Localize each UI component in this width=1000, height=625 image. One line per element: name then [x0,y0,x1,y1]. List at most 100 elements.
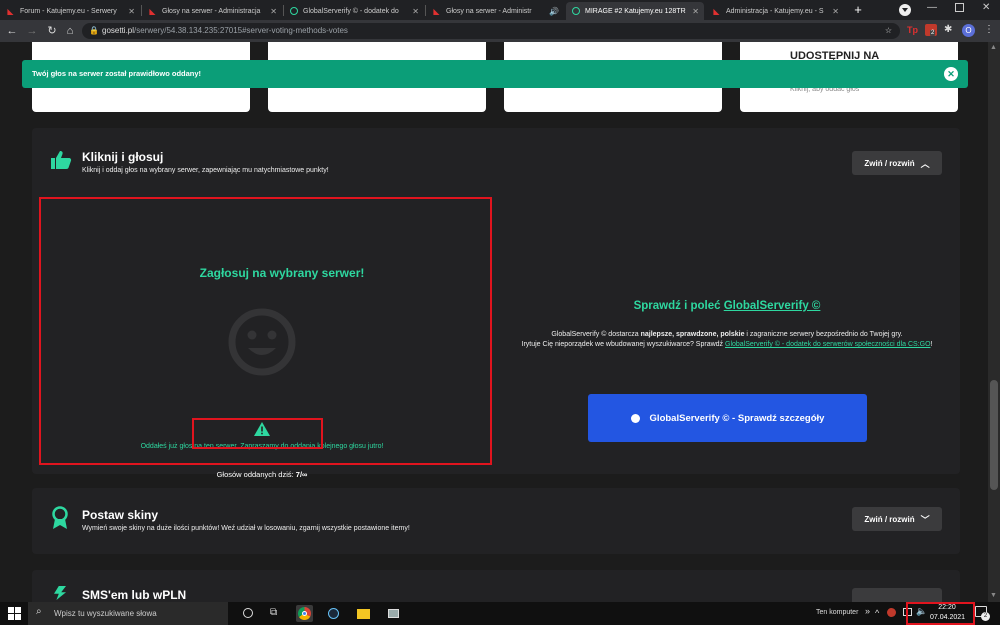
section-skins: Postaw skiny Wymień swoje skiny na duże … [32,488,960,554]
forward-arrow-icon[interactable]: → [24,23,40,39]
toggle-label: Zwiń / rozwiń [864,514,915,524]
globalserverify-icon [290,7,298,15]
collapse-toggle-button[interactable]: Zwiń / rozwiń ︿ [852,151,942,175]
taskbar-search-box[interactable]: ⌕ Wpisz tu wyszukiwane słowa [28,602,228,625]
windows-start-icon[interactable] [8,607,21,620]
address-bar[interactable]: 🔒 gosetti.pl/serwery/54.38.134.235:27015… [82,23,900,39]
tab-title: Forum - Katujemy.eu - Serwery [20,7,117,15]
back-arrow-icon[interactable]: ← [4,23,20,39]
close-tab-icon[interactable]: ✕ [412,7,419,16]
tab-title: Głosy na serwer - Administr [446,7,532,15]
notifications-icon[interactable]: 2 [975,606,990,621]
file-explorer-icon[interactable] [355,605,372,622]
globalserverify-link[interactable]: GlobalServerify © [724,300,821,312]
katujemy-icon: ◣ [149,6,156,16]
section-description: Kliknij i oddaj głos na wybrany serwer, … [82,167,329,174]
cortana-icon[interactable] [243,608,253,618]
show-hidden-icons-icon[interactable]: ^ [875,608,879,618]
desc-text: Irytuje Cię nieporządek we wbudowanej wy… [521,341,725,348]
info-circle-icon [630,413,640,423]
katujemy-icon: ◣ [433,6,440,16]
thumbs-up-icon [50,150,72,170]
home-icon[interactable]: ⌂ [62,23,78,39]
katujemy-icon: ◣ [7,6,14,16]
windows-taskbar: ⌕ Wpisz tu wyszukiwane słowa ⧉ Ten kompu… [0,602,1000,625]
highlight-box-votes-counter [192,418,323,449]
chevron-down-icon: ﹀ [920,514,930,525]
close-tab-icon[interactable]: ✕ [832,7,839,16]
steam-icon[interactable] [325,605,342,622]
extensions-puzzle-icon[interactable]: ✱ [944,24,952,35]
profile-avatar[interactable]: O [962,24,975,37]
browser-tab-bar: ◣ Forum - Katujemy.eu - Serwery ✕ ◣ Głos… [0,0,1000,20]
chrome-icon[interactable] [296,605,313,622]
close-tab-icon[interactable]: ✕ [128,7,135,16]
section-description: Wymień swoje skiny na duże ilości punktó… [82,525,410,532]
alert-message: Twój głos na serwer został prawidłowo od… [32,69,202,78]
desc-text: ! [930,341,933,348]
extension-tp-icon[interactable]: Tp [907,25,918,35]
task-view-icon[interactable]: ⧉ [270,607,277,618]
votes-value: 7/∞ [295,470,308,479]
votes-label: Głosów oddanych dziś: [216,470,294,479]
extension-badge: 2 [930,30,936,36]
app-icon[interactable] [385,605,402,622]
tab-mirage-active[interactable]: MIRAGE #2 Katujemy.eu 128TR ✕ [566,2,704,20]
audio-icon[interactable]: 🔊 [549,7,559,16]
antivirus-tray-icon[interactable] [887,608,896,617]
addon-link[interactable]: GlobalServerify © - dodatek do serwerów … [725,341,931,348]
success-alert: Twój głos na serwer został prawidłowo od… [22,60,968,88]
menu-kebab-icon[interactable]: ⋮ [984,24,994,35]
notification-badge: 2 [981,612,990,621]
katujemy-icon: ◣ [713,6,720,16]
close-tab-icon[interactable]: ✕ [270,7,277,16]
tab-title: Administracja - Katujemy.eu - S [726,7,824,15]
desc-text: i zagraniczne serwery bezpośrednio do Tw… [744,331,903,338]
bookmark-star-icon[interactable]: ☆ [885,23,892,39]
lightning-icon [54,586,66,600]
expand-tray-icon[interactable]: » [865,606,870,616]
tab-globalserverify[interactable]: GlobalServerify © - dodatek do ✕ [284,2,424,20]
tab-title: Głosy na serwer - Administracja [162,7,261,15]
address-path: /serwery/54.38.134.235:27015#server-voti… [134,26,348,35]
new-tab-plus-icon[interactable]: + [851,3,865,17]
section-title: Kliknij i głosuj [82,150,164,164]
maximize-icon[interactable] [955,3,964,12]
globalserverify-description: GlobalServerify © dostarcza najlepsze, s… [502,330,952,350]
toggle-label: Zwiń / rozwiń [864,158,915,168]
section-sms: SMS'em lub wPLN [32,570,960,602]
button-label: GlobalServerify © - Sprawdź szczegóły [649,412,825,424]
collapse-toggle-button[interactable] [852,588,942,602]
gosetti-icon [572,7,580,15]
chevron-up-icon: ︿ [920,158,930,169]
minimize-icon[interactable]: — [927,2,937,13]
section-title: Postaw skiny [82,508,159,522]
alert-close-icon[interactable]: ✕ [944,67,958,81]
browser-toolbar: ← → ↻ ⌂ 🔒 gosetti.pl/serwery/54.38.134.2… [0,20,1000,42]
votes-today-counter: Głosów oddanych dziś: 7/∞ [197,470,327,479]
highlight-box-clock [906,602,975,625]
reload-icon[interactable]: ↻ [44,23,60,39]
award-ribbon-icon [52,506,68,530]
page-content: UDOSTĘPNIJ NA Kliknij, aby oddać głos Kl… [0,42,988,602]
desc-bold: najlepsze, sprawdzone, polskie [640,331,745,338]
page-scrollbar[interactable] [988,42,1000,602]
heading-text: Sprawdź i poleć [633,300,721,312]
scroll-down-arrow-icon[interactable]: ▼ [990,592,997,599]
tab-glosy-admin[interactable]: ◣ Głosy na serwer - Administracja ✕ [142,2,282,20]
section-title: SMS'em lub wPLN [82,588,187,602]
window-close-icon[interactable]: ✕ [982,2,990,13]
close-tab-icon[interactable]: ✕ [692,7,699,16]
this-computer-label[interactable]: Ten komputer [816,609,858,616]
tab-forum[interactable]: ◣ Forum - Katujemy.eu - Serwery ✕ [0,2,140,20]
tab-administracja[interactable]: ◣ Administracja - Katujemy.eu - S ✕ [706,2,844,20]
globalserverify-heading: Sprawdź i poleć GlobalServerify © [492,300,962,312]
scroll-up-arrow-icon[interactable]: ▲ [990,44,997,51]
desc-text: GlobalServerify © dostarcza [551,331,641,338]
globalserverify-details-button[interactable]: GlobalServerify © - Sprawdź szczegóły [588,394,867,442]
scrollbar-thumb[interactable] [990,380,998,490]
tab-glosy-admin-2[interactable]: ◣ Głosy na serwer - Administr 🔊 [426,2,564,20]
collapse-toggle-button[interactable]: Zwiń / rozwiń ﹀ [852,507,942,531]
tab-search-icon[interactable] [899,4,911,16]
extension-abp-icon[interactable]: 2 [925,24,937,36]
